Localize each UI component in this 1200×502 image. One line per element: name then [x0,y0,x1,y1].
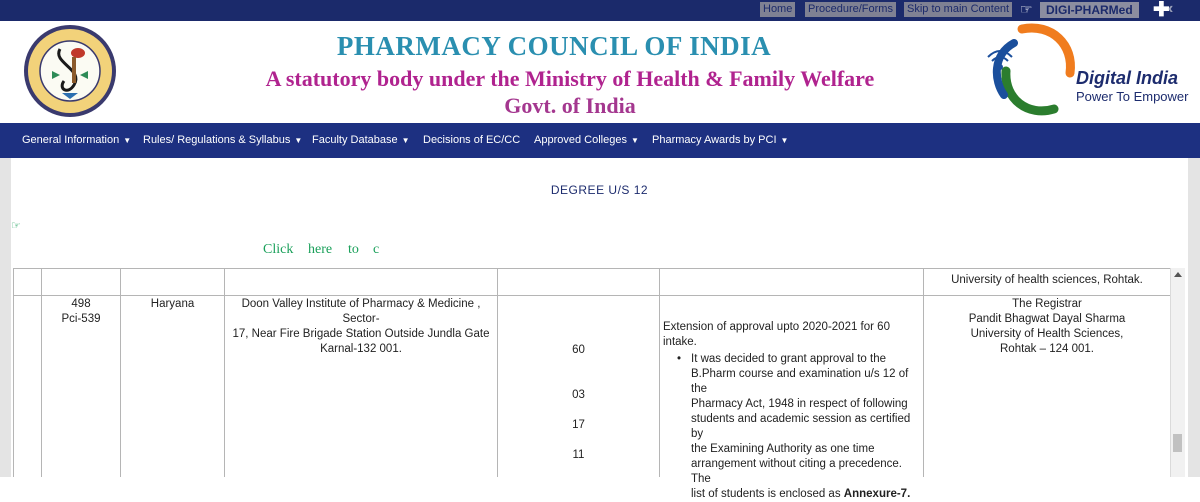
page-heading: DEGREE U/S 12 [550,183,649,197]
table-cell-intake: 11 [572,449,585,461]
site-title: PHARMACY COUNCIL OF INDIA [336,31,772,61]
site-subtitle: A statutory body under the Ministry of H… [265,66,875,91]
table-cell-authority-prev: University of health sciences, Rohtak. [951,274,1143,286]
table-cell-decision: Extension of approval upto 2020-2021 for… [663,320,923,502]
table-cell-sno: 498 Pci-539 [61,298,101,325]
click-link-word[interactable]: here [308,242,332,258]
table-scrollbar[interactable] [1170,268,1185,477]
chevron-down-icon: ▼ [123,136,132,145]
table-cell-intake: 60 [572,344,585,356]
nav-general-information[interactable]: General Information ▼ [22,123,131,158]
table-cell-intake: 17 [572,419,585,431]
site-govt-line: Govt. of India [504,93,636,118]
digi-pharmed-link[interactable]: DIGI-PHARMed [1040,2,1139,18]
nav-rules-regulations[interactable]: Rules/ Regulations & Syllabus ▼ [143,123,302,158]
site-header: PHARMACY COUNCIL OF INDIA A statutory bo… [0,21,1200,123]
decision-bullet: • It was decided to grant approval to th… [677,353,911,500]
table-row-border [13,295,1170,296]
scroll-up-icon[interactable] [1174,272,1182,277]
table-cell-state: Haryana [150,298,195,310]
top-utility-bar: Home Procedure/Forms Skip to main Conten… [0,0,1200,21]
nav-faculty-database[interactable]: Faculty Database ▼ [312,123,410,158]
chevron-down-icon: ▼ [630,136,639,145]
hand-pointer-icon: ☞ [11,220,21,232]
table-cell-institute: Doon Valley Institute of Pharmacy & Medi… [232,298,490,355]
table-col-border [497,268,498,477]
nav-approved-colleges[interactable]: Approved Colleges ▼ [534,123,639,158]
right-gutter [1188,158,1200,477]
chevron-down-icon: ▼ [780,136,789,145]
scrollbar-thumb[interactable] [1173,434,1182,452]
main-nav: General Information ▼ Rules/ Regulations … [0,123,1200,158]
digital-india-logo[interactable] [982,21,1078,121]
chevron-down-icon: ▼ [294,136,303,145]
table-col-border [659,268,660,477]
nav-decisions-ec-cc[interactable]: Decisions of EC/CC [423,123,520,158]
decision-intro: Extension of approval upto 2020-2021 for… [663,321,890,348]
chevron-down-icon: ▼ [401,136,410,145]
skip-to-main-content-link[interactable]: Skip to main Content [904,2,1013,17]
digital-india-tagline: Power To Empower [1076,89,1189,104]
click-link-word[interactable]: Click [263,242,293,258]
annexure-label: Annexure-7. [843,488,911,500]
chevron-left-icon[interactable]: ‹ [1168,0,1173,18]
table-cell-authority: The Registrar Pandit Bhagwat Dayal Sharm… [968,298,1126,355]
hand-pointer-icon: ☞ [1020,1,1033,17]
click-link-word[interactable]: to [348,242,359,258]
table-cell-intake: 03 [572,389,585,401]
table-row-border [13,268,1170,269]
procedure-forms-link[interactable]: Procedure/Forms [805,2,896,17]
home-link[interactable]: Home [760,2,796,17]
click-link-word[interactable]: c [373,242,379,258]
nav-pharmacy-awards[interactable]: Pharmacy Awards by PCI ▼ [652,123,788,158]
table-col-border [13,268,14,477]
digital-india-name: Digital India [1076,68,1179,88]
left-gutter [0,158,11,477]
bullet-icon: • [677,353,682,365]
